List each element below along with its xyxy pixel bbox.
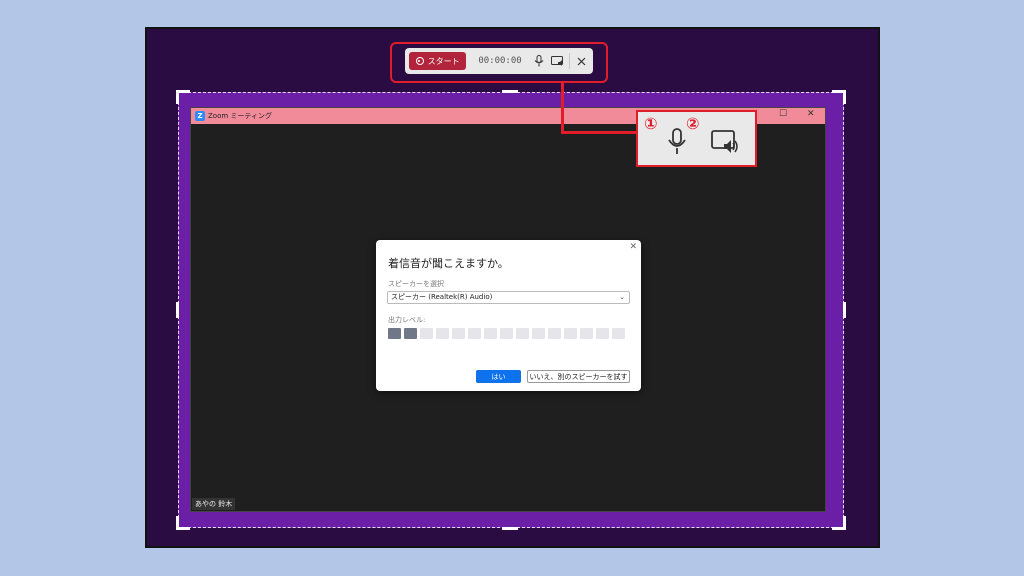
output-level-segment [404,328,417,339]
output-level-segment [612,328,625,339]
callout-number-2: ② [686,114,700,133]
capture-handle-top-right[interactable] [832,90,846,104]
start-recording-button[interactable]: スタート [409,52,467,70]
try-other-speaker-button[interactable]: いいえ、別のスピーカーを試す [527,370,630,383]
output-level-segment [452,328,465,339]
participant-name: あやの 鈴木 [192,498,236,510]
zoomed-icons-callout: ① ② [636,110,757,167]
close-icon[interactable] [574,53,589,69]
capture-handle-left[interactable] [176,302,179,318]
recording-timer: 00:00:00 [478,56,522,66]
output-level-segment [420,328,433,339]
system-audio-icon[interactable] [550,53,565,69]
output-level-segment [548,328,561,339]
capture-handle-top[interactable] [502,90,518,93]
callout-number-1: ① [644,114,658,133]
capture-handle-right[interactable] [843,302,846,318]
dialog-title: 着信音が聞こえますか。 [388,257,509,270]
output-level-segment [468,328,481,339]
maximize-icon[interactable]: ☐ [779,109,787,119]
output-level-segment [596,328,609,339]
speaker-select-label: スピーカーを選択 [388,280,444,288]
speaker-select-value: スピーカー (Realtek(R) Audio) [391,293,493,301]
microphone-icon[interactable] [532,53,547,69]
dialog-close-icon[interactable]: ✕ [629,242,637,252]
capture-handle-bottom-right[interactable] [832,516,846,530]
output-level-segment [516,328,529,339]
output-level-segment [484,328,497,339]
toolbar-separator [569,53,571,69]
output-level-segment [532,328,545,339]
chevron-down-icon: ⌄ [619,293,625,301]
output-level-meter [388,328,625,339]
record-icon [415,57,424,65]
zoom-logo-icon: Z [195,111,205,121]
system-audio-large-icon [711,130,739,160]
output-level-segment [580,328,593,339]
capture-handle-bottom[interactable] [502,527,518,530]
recording-toolbar: スタート 00:00:00 [405,48,593,74]
start-label: スタート [427,56,460,66]
output-level-segment [436,328,449,339]
callout-connector-vertical [561,82,564,133]
yes-button[interactable]: はい [476,370,521,383]
output-level-segment [388,328,401,339]
window-close-icon[interactable]: ✕ [807,109,815,119]
output-level-segment [500,328,513,339]
microphone-large-icon [666,128,688,160]
callout-connector-horizontal [561,131,637,134]
output-level-label: 出力レベル: [388,316,426,324]
speaker-select[interactable]: スピーカー (Realtek(R) Audio) ⌄ [387,291,630,304]
zoom-window-title: Zoom ミーティング [208,112,272,120]
speaker-test-dialog: ✕ 着信音が聞こえますか。 スピーカーを選択 スピーカー (Realtek(R)… [376,240,641,391]
capture-handle-bottom-left[interactable] [176,516,190,530]
output-level-segment [564,328,577,339]
capture-handle-top-left[interactable] [176,90,190,104]
